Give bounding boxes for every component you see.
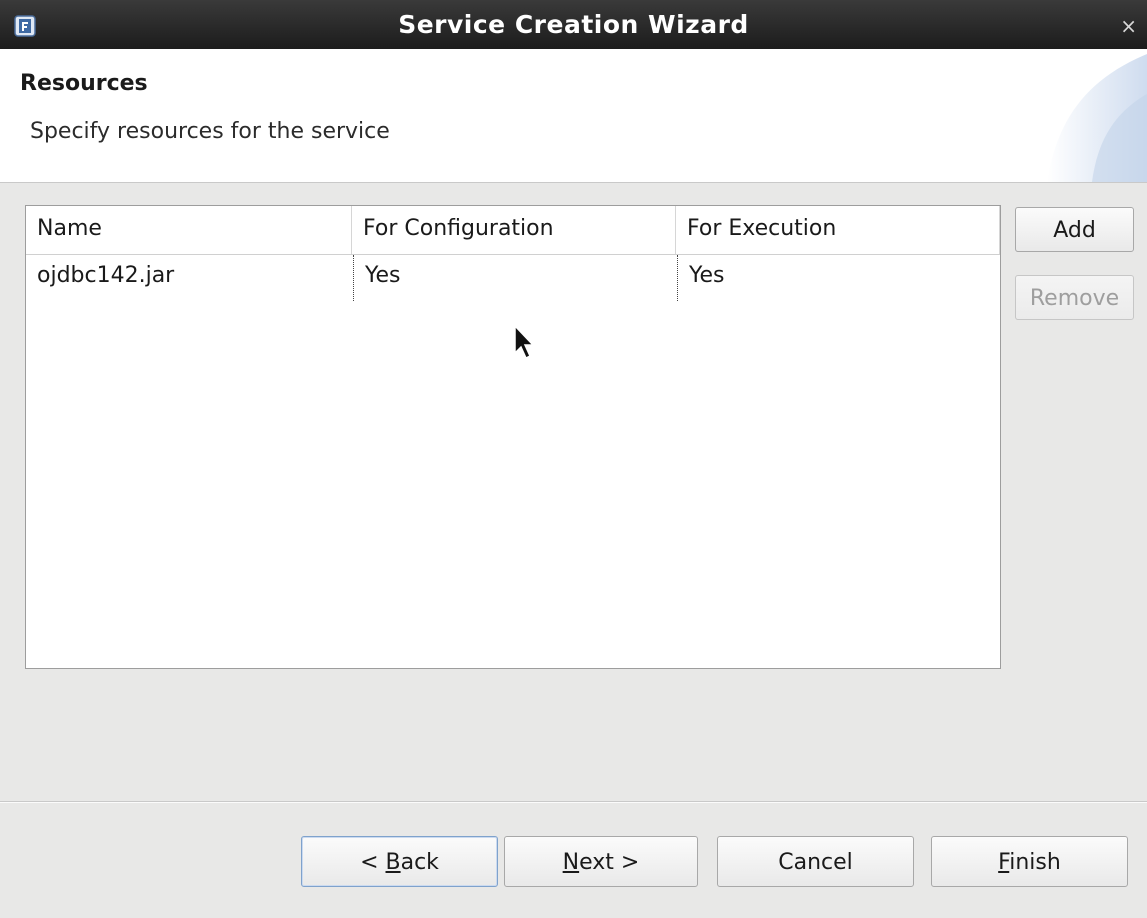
next-label-rest: ext > bbox=[579, 850, 640, 875]
back-label-rest: ack bbox=[400, 850, 439, 875]
column-header-for-execution[interactable]: For Execution bbox=[676, 206, 1000, 254]
cell-for-execution: Yes bbox=[677, 255, 1000, 301]
banner-swoosh-graphic bbox=[1047, 54, 1147, 182]
window-title: Service Creation Wizard bbox=[398, 10, 749, 39]
column-header-for-configuration[interactable]: For Configuration bbox=[352, 206, 676, 254]
table-header: Name For Configuration For Execution bbox=[26, 206, 1000, 255]
back-button[interactable]: < Back bbox=[301, 836, 498, 887]
column-header-name[interactable]: Name bbox=[26, 206, 352, 254]
table-row[interactable]: ojdbc142.jar Yes Yes bbox=[26, 255, 1000, 301]
next-mnemonic: N bbox=[562, 850, 580, 875]
finish-button[interactable]: Finish bbox=[931, 836, 1128, 887]
wizard-header: Resources Specify resources for the serv… bbox=[0, 49, 1147, 183]
finish-mnemonic: F bbox=[998, 850, 1010, 875]
page-heading: Resources bbox=[20, 71, 148, 96]
next-button[interactable]: Next > bbox=[504, 836, 698, 887]
cell-for-configuration: Yes bbox=[353, 255, 677, 301]
remove-button[interactable]: Remove bbox=[1015, 275, 1134, 320]
back-mnemonic: B bbox=[385, 850, 401, 875]
cancel-button[interactable]: Cancel bbox=[717, 836, 914, 887]
close-icon[interactable]: × bbox=[1120, 14, 1137, 38]
footer-divider bbox=[0, 801, 1147, 803]
add-button[interactable]: Add bbox=[1015, 207, 1134, 252]
finish-label-rest: inish bbox=[1009, 850, 1061, 875]
page-description: Specify resources for the service bbox=[30, 119, 390, 144]
cell-name: ojdbc142.jar bbox=[37, 263, 175, 288]
back-prefix: < bbox=[360, 850, 386, 875]
title-bar: Service Creation Wizard × bbox=[0, 0, 1147, 49]
resources-table[interactable]: Name For Configuration For Execution ojd… bbox=[25, 205, 1001, 669]
mouse-pointer-icon bbox=[514, 325, 535, 360]
